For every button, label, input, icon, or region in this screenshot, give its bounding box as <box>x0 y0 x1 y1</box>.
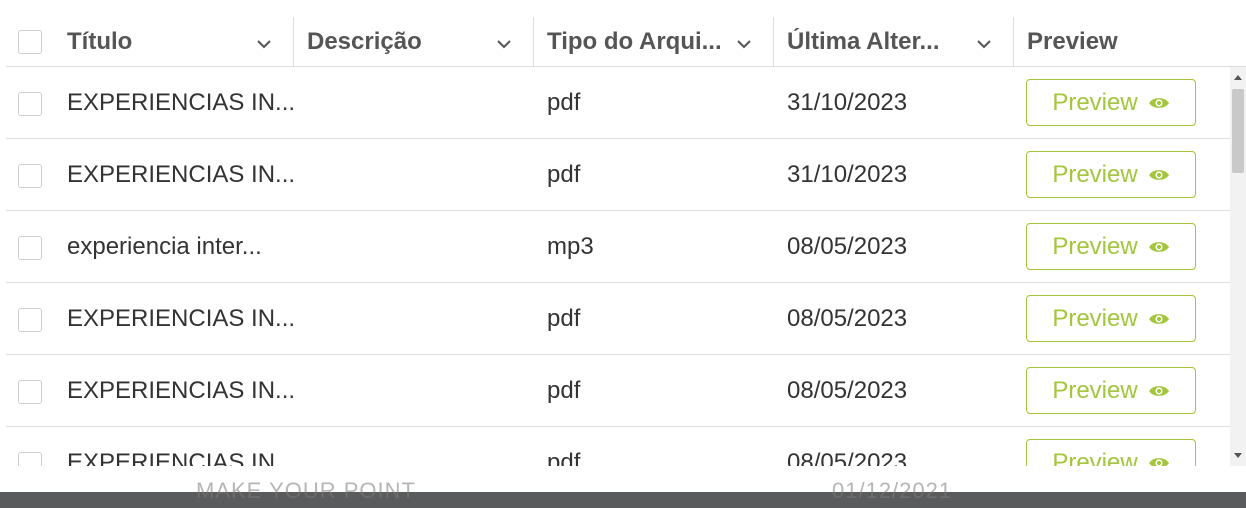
table-row[interactable]: experiencia inter... mp3 08/05/2023 Prev… <box>6 211 1230 283</box>
grid-body: EXPERIENCIAS IN... pdf 31/10/2023 Previe… <box>6 67 1230 466</box>
column-header-titulo[interactable]: Título <box>67 17 247 67</box>
cell-tipo: pdf <box>547 160 581 188</box>
column-header-label: Descrição <box>307 28 422 55</box>
eye-icon <box>1148 385 1169 396</box>
modal-overlay-edge <box>0 492 1246 508</box>
cell-titulo: EXPERIENCIAS IN... <box>67 304 296 332</box>
caret-up-icon[interactable] <box>1230 69 1246 85</box>
cell-titulo: experiencia inter... <box>67 232 262 260</box>
eye-icon <box>1148 169 1169 180</box>
cell-data: 31/10/2023 <box>787 88 908 116</box>
scrollbar-thumb[interactable] <box>1232 89 1244 173</box>
column-header-label: Tipo do Arqui... <box>547 28 722 55</box>
table-row[interactable]: EXPERIENCIAS IN... pdf 08/05/2023 Previe… <box>6 427 1230 466</box>
preview-button-label: Preview <box>1052 160 1138 188</box>
background-row-title: MAKE YOUR POINT <box>196 478 416 503</box>
row-checkbox[interactable] <box>18 164 42 188</box>
preview-button[interactable]: Preview <box>1026 223 1196 270</box>
eye-icon <box>1148 241 1169 252</box>
background-row-date: 01/12/2021 <box>832 478 953 503</box>
row-checkbox[interactable] <box>18 236 42 260</box>
column-divider[interactable] <box>1013 17 1014 67</box>
cell-titulo: EXPERIENCIAS IN... <box>67 160 296 188</box>
chevron-down-icon[interactable] <box>736 36 752 52</box>
grid-header: Título Descrição Tipo do Arqui... Última… <box>6 0 1246 67</box>
column-header-preview: Preview <box>1027 17 1207 67</box>
cell-data: 08/05/2023 <box>787 448 908 467</box>
column-divider[interactable] <box>533 17 534 67</box>
row-checkbox[interactable] <box>18 308 42 332</box>
table-row[interactable]: EXPERIENCIAS IN... pdf 31/10/2023 Previe… <box>6 139 1230 211</box>
cell-titulo: EXPERIENCIAS IN... <box>67 88 296 116</box>
column-divider[interactable] <box>293 17 294 67</box>
table-row[interactable]: EXPERIENCIAS IN... pdf 08/05/2023 Previe… <box>6 355 1230 427</box>
column-divider[interactable] <box>773 17 774 67</box>
row-checkbox[interactable] <box>18 380 42 404</box>
column-header-tipo[interactable]: Tipo do Arqui... <box>547 17 731 67</box>
cell-data: 08/05/2023 <box>787 232 908 260</box>
preview-button[interactable]: Preview <box>1026 295 1196 342</box>
column-header-ultima-alteracao[interactable]: Última Alter... <box>787 17 971 67</box>
file-grid: Título Descrição Tipo do Arqui... Última… <box>6 0 1246 466</box>
preview-button-label: Preview <box>1052 232 1138 260</box>
select-all-checkbox[interactable] <box>18 30 42 54</box>
eye-icon <box>1148 457 1169 466</box>
preview-button-label: Preview <box>1052 376 1138 404</box>
chevron-down-icon[interactable] <box>496 36 512 52</box>
chevron-down-icon[interactable] <box>256 36 272 52</box>
eye-icon <box>1148 97 1169 108</box>
cell-titulo: EXPERIENCIAS IN... <box>67 448 296 467</box>
column-header-label: Última Alter... <box>787 28 940 55</box>
chevron-down-icon[interactable] <box>976 36 992 52</box>
preview-button-label: Preview <box>1052 88 1138 116</box>
column-header-label: Preview <box>1027 28 1118 55</box>
preview-button[interactable]: Preview <box>1026 151 1196 198</box>
cell-tipo: pdf <box>547 376 581 404</box>
cell-titulo: EXPERIENCIAS IN... <box>67 376 296 404</box>
cell-data: 08/05/2023 <box>787 304 908 332</box>
preview-button[interactable]: Preview <box>1026 439 1196 466</box>
cell-data: 08/05/2023 <box>787 376 908 404</box>
preview-button-label: Preview <box>1052 448 1138 467</box>
cell-tipo: mp3 <box>547 232 594 260</box>
row-checkbox[interactable] <box>18 452 42 466</box>
column-header-label: Título <box>67 28 133 55</box>
cell-tipo: pdf <box>547 448 581 467</box>
eye-icon <box>1148 313 1169 324</box>
table-row[interactable]: EXPERIENCIAS IN... pdf 08/05/2023 Previe… <box>6 283 1230 355</box>
row-checkbox[interactable] <box>18 92 42 116</box>
preview-button[interactable]: Preview <box>1026 367 1196 414</box>
preview-button[interactable]: Preview <box>1026 79 1196 126</box>
table-row[interactable]: EXPERIENCIAS IN... pdf 31/10/2023 Previe… <box>6 67 1230 139</box>
caret-down-icon[interactable] <box>1230 448 1246 464</box>
cell-data: 31/10/2023 <box>787 160 908 188</box>
vertical-scrollbar[interactable] <box>1230 67 1246 466</box>
column-header-descricao[interactable]: Descrição <box>307 17 487 67</box>
cell-tipo: pdf <box>547 304 581 332</box>
preview-button-label: Preview <box>1052 304 1138 332</box>
cell-tipo: pdf <box>547 88 581 116</box>
